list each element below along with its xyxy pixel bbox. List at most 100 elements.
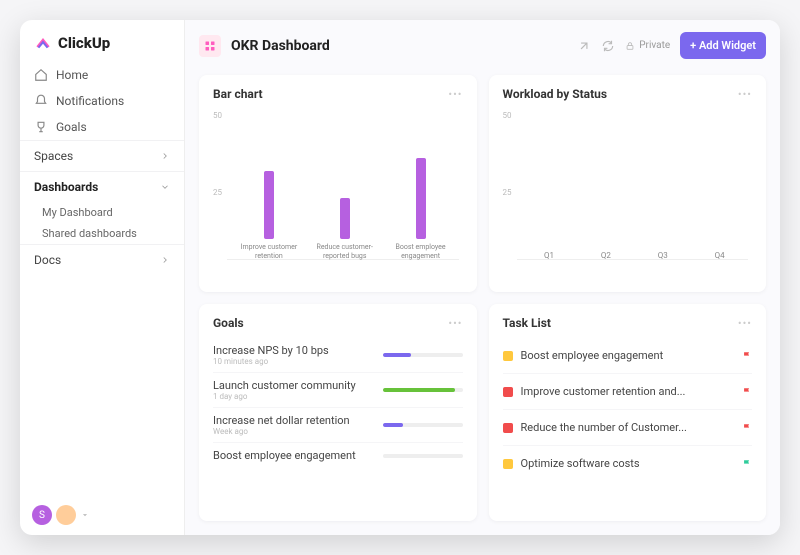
brand-row: ClickUp bbox=[20, 20, 184, 62]
progress-bar bbox=[383, 423, 463, 427]
progress-bar bbox=[383, 454, 463, 458]
bar-chart: 5025Improve customer retentionReduce cus… bbox=[213, 109, 463, 280]
status-square-icon bbox=[503, 459, 513, 469]
chevron-right-icon bbox=[160, 151, 170, 161]
nav-notifications-label: Notifications bbox=[56, 94, 124, 108]
workload-chart: 5025Q1Q2Q3Q4 bbox=[503, 109, 753, 280]
bar: Boost employee engagement bbox=[391, 158, 451, 260]
bell-icon bbox=[34, 94, 48, 108]
expand-icon[interactable] bbox=[577, 39, 591, 53]
clickup-logo-icon bbox=[34, 34, 52, 52]
caret-down-icon[interactable] bbox=[80, 510, 90, 520]
privacy-indicator[interactable]: Private bbox=[625, 40, 670, 51]
sidebar: ClickUp Home Notifications Goals Spaces … bbox=[20, 20, 185, 535]
flag-icon bbox=[742, 418, 752, 437]
chevron-down-icon bbox=[160, 182, 170, 192]
task-item[interactable]: Reduce the number of Customer... bbox=[503, 410, 753, 446]
goal-text: Increase net dollar retention bbox=[213, 414, 350, 427]
trophy-icon bbox=[34, 120, 48, 134]
cards-grid: Bar chart ••• 5025Improve customer reten… bbox=[185, 71, 780, 535]
main: OKR Dashboard Private + Add Widget Bar c… bbox=[185, 20, 780, 535]
dashboard-icon bbox=[199, 35, 221, 57]
flag-icon bbox=[742, 454, 752, 473]
section-docs-label: Docs bbox=[34, 253, 61, 267]
app-window: ClickUp Home Notifications Goals Spaces … bbox=[20, 20, 780, 535]
goal-text: Increase NPS by 10 bps bbox=[213, 344, 329, 357]
avatar-s[interactable]: S bbox=[32, 505, 52, 525]
card-workload: Workload by Status ••• 5025Q1Q2Q3Q4 bbox=[489, 75, 767, 292]
lock-icon bbox=[625, 41, 635, 51]
goal-item[interactable]: Boost employee engagement bbox=[213, 443, 463, 468]
task-text: Boost employee engagement bbox=[521, 349, 735, 362]
page-title: OKR Dashboard bbox=[231, 38, 330, 54]
stacked-bar: Q1 bbox=[521, 151, 578, 260]
add-widget-button[interactable]: + Add Widget bbox=[680, 32, 766, 59]
goal-text: Boost employee engagement bbox=[213, 449, 356, 462]
card-menu-icon[interactable]: ••• bbox=[448, 88, 462, 101]
stacked-bar: Q4 bbox=[691, 164, 748, 260]
task-list: Boost employee engagement Improve custome… bbox=[503, 338, 753, 481]
section-spaces-label: Spaces bbox=[34, 149, 73, 163]
section-docs[interactable]: Docs bbox=[20, 244, 184, 275]
section-dashboards[interactable]: Dashboards bbox=[20, 171, 184, 202]
nav-goals-label: Goals bbox=[56, 120, 87, 134]
task-item[interactable]: Improve customer retention and... bbox=[503, 374, 753, 410]
card-goals: Goals ••• Increase NPS by 10 bps10 minut… bbox=[199, 304, 477, 521]
card-menu-icon[interactable]: ••• bbox=[448, 317, 462, 330]
card-bar-chart: Bar chart ••• 5025Improve customer reten… bbox=[199, 75, 477, 292]
footer-avatars: S bbox=[20, 495, 184, 535]
card-title: Goals bbox=[213, 316, 244, 330]
bar-label: Boost employee engagement bbox=[386, 243, 456, 260]
goal-item[interactable]: Increase NPS by 10 bps10 minutes ago bbox=[213, 338, 463, 373]
status-square-icon bbox=[503, 387, 513, 397]
privacy-label: Private bbox=[639, 40, 670, 51]
header: OKR Dashboard Private + Add Widget bbox=[185, 20, 780, 71]
brand-name: ClickUp bbox=[58, 34, 110, 52]
stacked-bar: Q2 bbox=[577, 178, 634, 260]
bar-label: Q3 bbox=[658, 251, 668, 260]
card-title: Task List bbox=[503, 316, 551, 330]
card-title: Workload by Status bbox=[503, 87, 608, 101]
task-text: Reduce the number of Customer... bbox=[521, 421, 735, 434]
goal-text: Launch customer community bbox=[213, 379, 356, 392]
sidebar-item-my-dashboard[interactable]: My Dashboard bbox=[20, 202, 184, 223]
avatar-user[interactable] bbox=[56, 505, 76, 525]
flag-icon bbox=[742, 382, 752, 401]
progress-bar bbox=[383, 353, 463, 357]
goals-list: Increase NPS by 10 bps10 minutes agoLaun… bbox=[213, 338, 463, 468]
goal-time: 10 minutes ago bbox=[213, 357, 329, 366]
status-square-icon bbox=[503, 423, 513, 433]
card-menu-icon[interactable]: ••• bbox=[738, 317, 752, 330]
chevron-right-icon bbox=[160, 255, 170, 265]
stacked-bar: Q3 bbox=[634, 182, 691, 260]
goal-time: Week ago bbox=[213, 427, 350, 436]
refresh-icon[interactable] bbox=[601, 39, 615, 53]
home-icon bbox=[34, 68, 48, 82]
task-item[interactable]: Boost employee engagement bbox=[503, 338, 753, 374]
bar: Improve customer retention bbox=[239, 171, 299, 260]
card-menu-icon[interactable]: ••• bbox=[738, 88, 752, 101]
nav-goals[interactable]: Goals bbox=[26, 114, 178, 140]
nav-primary: Home Notifications Goals bbox=[20, 62, 184, 140]
goal-item[interactable]: Increase net dollar retentionWeek ago bbox=[213, 408, 463, 443]
nav-home-label: Home bbox=[56, 68, 88, 82]
goal-time: 1 day ago bbox=[213, 392, 356, 401]
goal-item[interactable]: Launch customer community1 day ago bbox=[213, 373, 463, 408]
card-tasks: Task List ••• Boost employee engagement I… bbox=[489, 304, 767, 521]
nav-home[interactable]: Home bbox=[26, 62, 178, 88]
bar-label: Improve customer retention bbox=[234, 243, 304, 260]
bar-label: Q2 bbox=[601, 251, 611, 260]
bar-label: Reduce customer-reported bugs bbox=[310, 243, 380, 260]
section-dashboards-label: Dashboards bbox=[34, 180, 98, 194]
grid-icon bbox=[204, 40, 216, 52]
bar: Reduce customer-reported bugs bbox=[315, 198, 375, 260]
flag-icon bbox=[742, 346, 752, 365]
section-spaces[interactable]: Spaces bbox=[20, 140, 184, 171]
bar-label: Q1 bbox=[544, 251, 554, 260]
bar-label: Q4 bbox=[715, 251, 725, 260]
nav-notifications[interactable]: Notifications bbox=[26, 88, 178, 114]
task-item[interactable]: Optimize software costs bbox=[503, 446, 753, 481]
task-text: Optimize software costs bbox=[521, 457, 735, 470]
card-title: Bar chart bbox=[213, 87, 263, 101]
sidebar-item-shared-dashboards[interactable]: Shared dashboards bbox=[20, 223, 184, 244]
